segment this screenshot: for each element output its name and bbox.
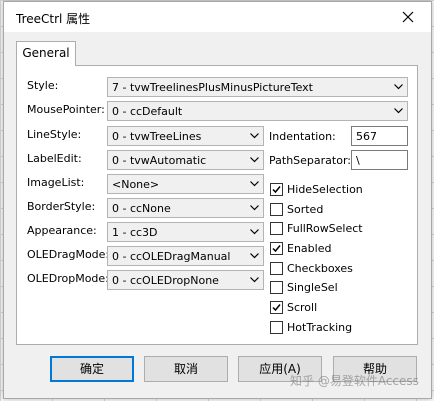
hot-tracking-checkbox[interactable] (270, 321, 283, 334)
indentation-input[interactable]: 567 (351, 126, 408, 146)
chevron-down-icon (394, 108, 403, 114)
ole-drop-mode-dropdown[interactable]: 0 - ccOLEDropNone (107, 270, 264, 290)
full-row-select-checkbox[interactable] (270, 222, 283, 235)
ole-drag-mode-value: 0 - ccOLEDragManual (112, 250, 231, 263)
border-style-label: BorderStyle: (27, 200, 96, 213)
style-value: 7 - tvwTreelinesPlusMinusPictureText (112, 81, 313, 94)
tab-general[interactable]: General (16, 41, 76, 66)
mouse-pointer-value: 0 - ccDefault (112, 105, 183, 118)
style-dropdown[interactable]: 7 - tvwTreelinesPlusMinusPictureText (107, 77, 408, 97)
ole-drop-mode-value: 0 - ccOLEDropNone (112, 274, 219, 287)
ole-drag-mode-label: OLEDragMode: (27, 248, 110, 261)
line-style-value: 0 - tvwTreeLines (112, 130, 202, 143)
appearance-dropdown[interactable]: 1 - cc3D (107, 222, 264, 242)
chevron-down-icon (250, 205, 259, 211)
sorted-label: Sorted (287, 203, 324, 216)
enabled-checkbox[interactable] (270, 242, 283, 255)
properties-dialog: TreeCtrl 属性 General Style: 7 - tvwTreeli… (3, 1, 432, 399)
indentation-value: 567 (356, 130, 377, 143)
chevron-down-icon (250, 277, 259, 283)
hot-tracking-label: HotTracking (287, 321, 353, 334)
title-bar: TreeCtrl 属性 (4, 2, 431, 32)
border-style-dropdown[interactable]: 0 - ccNone (107, 198, 264, 218)
image-list-label: ImageList: (27, 176, 85, 189)
label-edit-label: LabelEdit: (27, 152, 82, 165)
single-sel-label: SingleSel (287, 281, 338, 294)
style-label: Style: (27, 79, 59, 92)
hide-selection-label: HideSelection (287, 183, 363, 196)
line-style-label: LineStyle: (27, 128, 82, 141)
chevron-down-icon (394, 84, 403, 90)
path-separator-input[interactable]: \ (351, 150, 408, 170)
ok-button[interactable]: 确定 (50, 356, 134, 382)
hide-selection-checkbox[interactable] (270, 183, 283, 196)
sorted-checkbox[interactable] (270, 203, 283, 216)
image-list-dropdown[interactable]: <None> (107, 174, 264, 194)
path-separator-value: \ (356, 154, 360, 167)
single-sel-checkbox[interactable] (270, 281, 283, 294)
full-row-select-label: FullRowSelect (287, 222, 363, 235)
window-title: TreeCtrl 属性 (16, 12, 91, 26)
checkboxes-label: Checkboxes (287, 262, 353, 275)
border-style-value: 0 - ccNone (112, 202, 171, 215)
ole-drag-mode-dropdown[interactable]: 0 - ccOLEDragManual (107, 246, 264, 266)
checkmark-icon (272, 304, 281, 312)
checkmark-icon (272, 245, 281, 253)
line-style-dropdown[interactable]: 0 - tvwTreeLines (107, 126, 264, 146)
chevron-down-icon (250, 253, 259, 259)
appearance-label: Appearance: (27, 224, 97, 237)
cancel-button[interactable]: 取消 (144, 356, 228, 382)
scroll-label: Scroll (287, 301, 318, 314)
enabled-label: Enabled (287, 242, 332, 255)
watermark-text: 知乎 @易登软件Access (290, 374, 419, 388)
ole-drop-mode-label: OLEDropMode: (27, 272, 109, 285)
checkboxes-checkbox[interactable] (270, 262, 283, 275)
path-separator-label: PathSeparator: (269, 154, 351, 167)
checkmark-icon (272, 186, 281, 194)
indentation-label: Indentation: (269, 130, 336, 143)
mouse-pointer-dropdown[interactable]: 0 - ccDefault (107, 101, 408, 121)
image-list-value: <None> (112, 178, 160, 191)
tab-panel-general: Style: 7 - tvwTreelinesPlusMinusPictureT… (16, 65, 418, 345)
chevron-down-icon (250, 181, 259, 187)
mouse-pointer-label: MousePointer: (27, 103, 105, 116)
label-edit-dropdown[interactable]: 0 - tvwAutomatic (107, 150, 264, 170)
chevron-down-icon (250, 133, 259, 139)
appearance-value: 1 - cc3D (112, 226, 158, 239)
chevron-down-icon (250, 157, 259, 163)
chevron-down-icon (250, 229, 259, 235)
close-button[interactable] (385, 2, 431, 32)
close-icon (402, 11, 414, 23)
label-edit-value: 0 - tvwAutomatic (112, 154, 207, 167)
scroll-checkbox[interactable] (270, 301, 283, 314)
